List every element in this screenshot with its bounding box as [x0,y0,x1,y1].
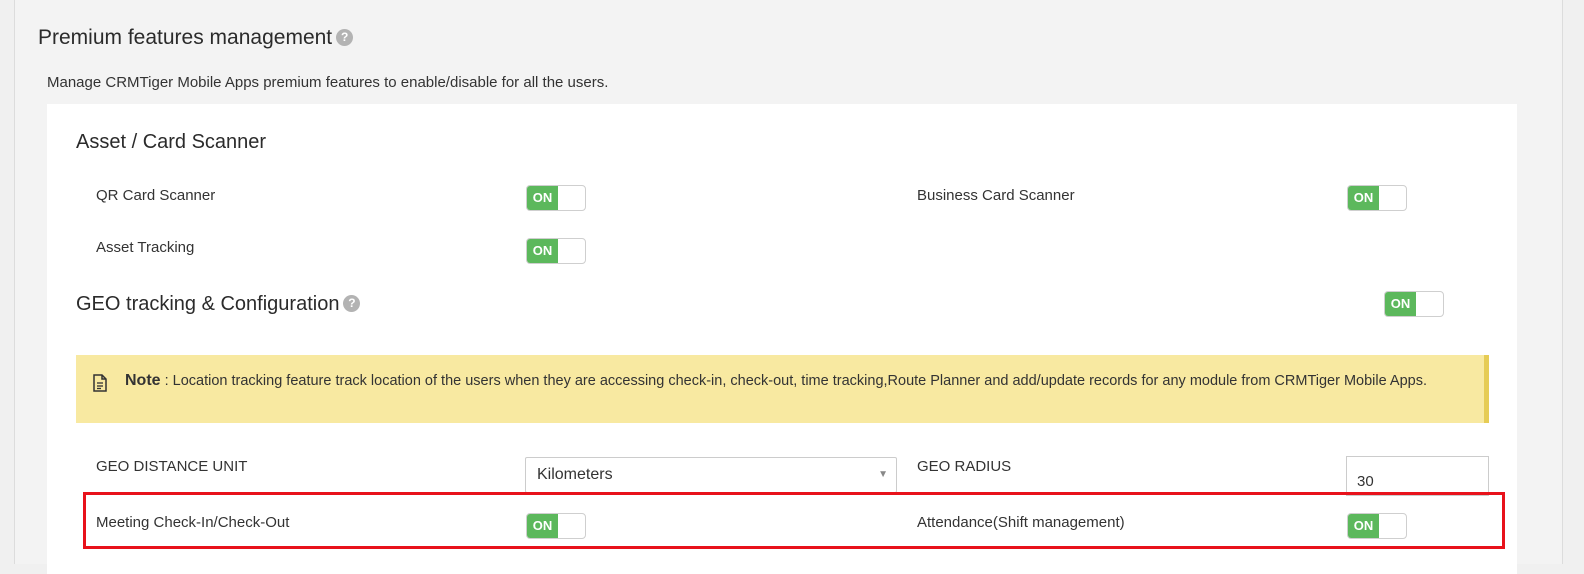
page-title-text: Premium features management [38,26,333,49]
geo-distance-unit-label: GEO DISTANCE UNIT [96,458,248,475]
geo-distance-unit-select[interactable]: Kilometers ▼ [525,457,897,493]
geo-radius-input[interactable] [1346,456,1489,496]
help-icon[interactable]: ? [343,295,361,313]
note-label: Note [125,372,161,389]
toggle-on-label: ON [527,239,558,263]
geo-section-title-text: GEO tracking & Configuration [76,293,340,315]
note-text: Note : Location tracking feature track l… [125,370,1455,392]
toggle-on-label: ON [1385,292,1416,316]
geo-distance-unit-value: Kilometers [537,466,613,483]
geo-tracking-toggle[interactable]: ON [1384,291,1444,317]
features-card [47,104,1517,574]
meeting-checkin-toggle[interactable]: ON [526,513,586,539]
toggle-on-label: ON [527,514,558,538]
toggle-on-label: ON [527,186,558,210]
business-card-scanner-label: Business Card Scanner [917,187,1075,204]
geo-note: Note : Location tracking feature track l… [76,355,1489,423]
document-icon [92,374,108,397]
geo-section-title: GEO tracking & Configuration? [76,293,361,316]
attendance-toggle[interactable]: ON [1347,513,1407,539]
geo-radius-label: GEO RADIUS [917,458,1012,475]
asset-tracking-toggle[interactable]: ON [526,238,586,264]
help-icon[interactable]: ? [336,28,354,46]
note-body: : Location tracking feature track locati… [160,373,1427,389]
asset-tracking-label: Asset Tracking [96,239,195,256]
page-description: Manage CRMTiger Mobile Apps premium feat… [47,74,609,91]
toggle-on-label: ON [1348,514,1379,538]
meeting-checkin-label: Meeting Check-In/Check-Out [96,514,290,531]
toggle-on-label: ON [1348,186,1379,210]
qr-card-scanner-label: QR Card Scanner [96,187,216,204]
caret-down-icon: ▼ [878,469,888,480]
qr-card-scanner-toggle[interactable]: ON [526,185,586,211]
page-title: Premium features management? [38,26,354,50]
business-card-scanner-toggle[interactable]: ON [1347,185,1407,211]
attendance-label: Attendance(Shift management) [917,514,1125,531]
asset-section-title: Asset / Card Scanner [76,131,267,153]
